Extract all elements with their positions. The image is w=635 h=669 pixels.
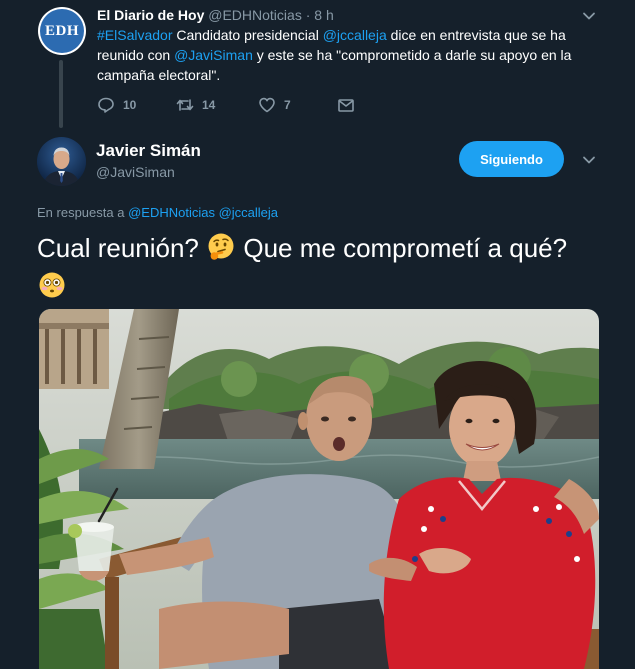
mention-link[interactable]: @JaviSiman <box>174 47 253 63</box>
edh-avatar[interactable]: EDH <box>38 7 86 55</box>
avatar-photo <box>37 137 86 186</box>
tweet-text-segment: Candidato presidencial <box>172 27 323 43</box>
mention-link[interactable]: @jccalleja <box>323 27 387 43</box>
photo-couple-poolside <box>39 309 599 669</box>
following-button[interactable]: Siguiendo <box>459 141 564 177</box>
mention-link[interactable]: @EDHNoticias <box>128 205 215 220</box>
parent-tweet-header: El Diario de Hoy @EDHNoticias · 8 h <box>97 6 334 24</box>
reply-icon <box>98 97 114 113</box>
tweet-photo[interactable] <box>39 309 599 669</box>
javier-siman-avatar[interactable] <box>37 137 86 186</box>
replying-to-label: En respuesta a <box>37 205 125 220</box>
mention-link[interactable]: @jccalleja <box>219 205 278 220</box>
reply-button[interactable]: 10 <box>97 96 136 114</box>
thinking-face-emoji <box>208 233 234 260</box>
retweet-icon <box>176 99 194 111</box>
parent-author-handle[interactable]: @EDHNoticias <box>208 7 302 23</box>
time-separator: · <box>305 7 311 23</box>
reply-tweet-text: Cual reunión? Que me comprometí a qué? <box>37 229 597 305</box>
thread-line <box>59 60 63 128</box>
hashtag-link[interactable]: #ElSalvador <box>97 27 173 43</box>
envelope-icon <box>338 99 354 112</box>
direct-message-button[interactable] <box>337 96 355 114</box>
heart-icon <box>259 97 275 113</box>
retweet-button[interactable]: 14 <box>176 96 215 114</box>
edh-logo: EDH <box>40 9 84 53</box>
parent-tweet[interactable]: EDH El Diario de Hoy @EDHNoticias · 8 h … <box>0 0 635 128</box>
chevron-down-icon[interactable] <box>581 8 597 24</box>
flushed-face-emoji <box>39 272 65 298</box>
reply-author-handle[interactable]: @JaviSiman <box>96 163 175 181</box>
reply-author-name[interactable]: Javier Simán <box>96 140 201 162</box>
retweet-count: 14 <box>202 98 216 112</box>
chevron-down-icon[interactable] <box>581 152 597 168</box>
parent-author-name[interactable]: El Diario de Hoy <box>97 7 204 23</box>
tweet-text-segment: Que me comprometí a qué? <box>243 233 568 263</box>
like-count: 7 <box>284 98 291 112</box>
tweet-text-segment: Cual reunión? <box>37 233 199 263</box>
like-button[interactable]: 7 <box>258 96 291 114</box>
parent-tweet-time[interactable]: 8 h <box>314 7 333 23</box>
tweet-actions: 10 14 7 <box>97 96 397 118</box>
reply-count: 10 <box>123 98 137 112</box>
replying-to-line: En respuesta a @EDHNoticias @jccalleja <box>37 205 278 221</box>
parent-tweet-text: #ElSalvador Candidato presidencial @jcca… <box>97 25 587 85</box>
